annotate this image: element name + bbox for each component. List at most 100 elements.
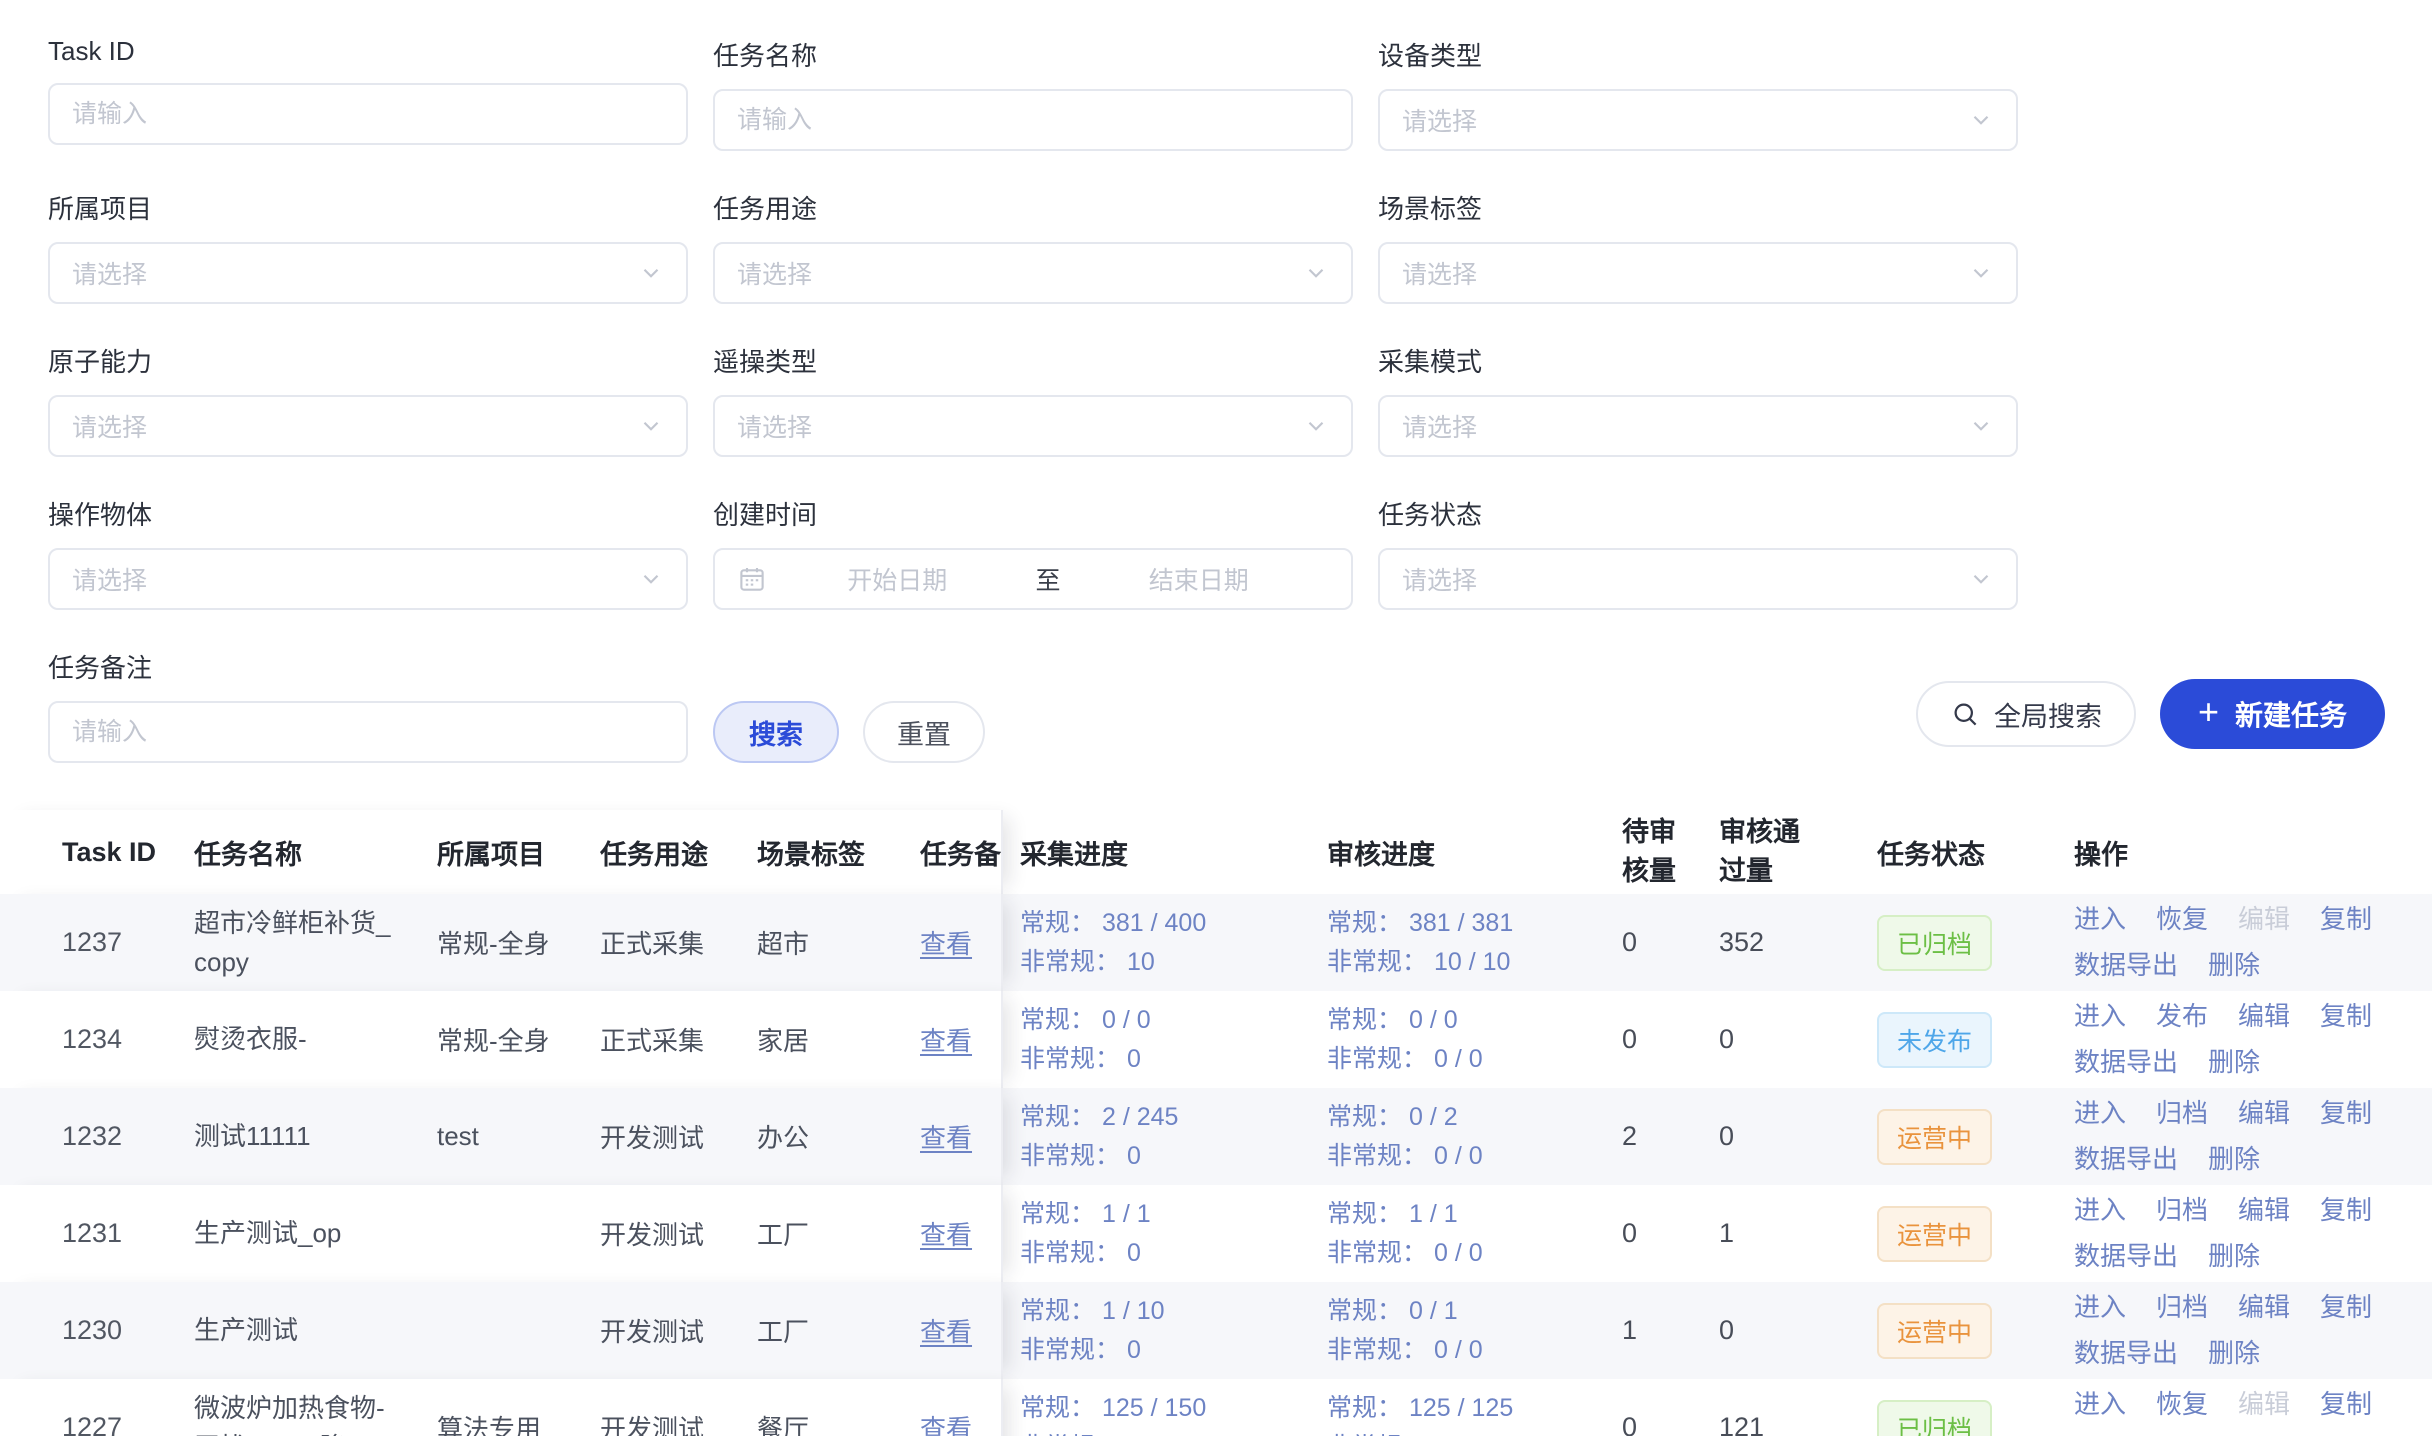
progress-label: 常规： (1020, 909, 1095, 937)
action-link[interactable]: 删除 (2208, 947, 2260, 985)
table-row: 1234熨烫衣服-常规-全身正式采集家居查看常规： 0 / 0非常规： 0常规：… (0, 991, 2432, 1088)
field-label: 任务用途 (713, 189, 1353, 226)
action-link[interactable]: 进入 (2074, 1095, 2126, 1133)
action-link[interactable]: 归档 (2156, 1289, 2208, 1327)
collect-irregular-line: 非常规： 0 (1020, 1137, 1327, 1176)
cell-purpose: 开发测试 (600, 1409, 757, 1436)
filter-daterange[interactable]: 开始日期至结束日期 (713, 548, 1353, 610)
action-link[interactable]: 进入 (2074, 901, 2126, 939)
action-link[interactable]: 数据导出 (2074, 947, 2178, 985)
progress-label: 非常规： (1327, 1142, 1427, 1170)
filter-select[interactable]: 请选择 (713, 242, 1353, 304)
action-link[interactable]: 进入 (2074, 1289, 2126, 1327)
cell-scene: 餐厅 (757, 1409, 920, 1436)
action-link[interactable]: 复制 (2320, 1192, 2372, 1230)
filter-text-input[interactable] (48, 83, 688, 145)
action-link[interactable]: 恢复 (2156, 1386, 2208, 1424)
filter-select[interactable]: 请选择 (1378, 548, 2018, 610)
action-link[interactable]: 复制 (2320, 1289, 2372, 1327)
cell-project: 常规-全身 (437, 924, 600, 961)
view-remark-link[interactable]: 查看 (920, 1220, 972, 1250)
action-link[interactable]: 数据导出 (2074, 1141, 2178, 1179)
filter-field: 遥操类型请选择 (713, 342, 1353, 457)
chevron-down-icon (1303, 413, 1329, 439)
filter-select[interactable]: 请选择 (48, 548, 688, 610)
select-placeholder: 请选择 (1402, 408, 1477, 444)
action-link[interactable]: 删除 (2208, 1044, 2260, 1082)
col-header-project: 所属项目 (437, 833, 600, 872)
cell-project: test (437, 1121, 600, 1152)
action-link[interactable]: 数据导出 (2074, 1238, 2178, 1276)
view-remark-link[interactable]: 查看 (920, 1317, 972, 1347)
filter-text-input[interactable] (713, 89, 1353, 151)
action-link[interactable]: 编辑 (2238, 998, 2290, 1036)
action-link[interactable]: 进入 (2074, 1386, 2126, 1424)
filter-select[interactable]: 请选择 (1378, 242, 2018, 304)
action-link[interactable]: 复制 (2320, 1095, 2372, 1133)
view-remark-link[interactable]: 查看 (920, 1026, 972, 1056)
table-row: 1232测试11111test开发测试办公查看常规： 2 / 245非常规： 0… (0, 1088, 2432, 1185)
cell-status: 已归档 (1877, 915, 2074, 971)
task-name-text: 超市冷鲜柜补货_copy (194, 904, 394, 982)
row-scroll-cells: 常规： 2 / 245非常规： 0常规： 0 / 2非常规： 0 / 020运营… (1003, 1088, 2432, 1185)
col-header-task-id: Task ID (62, 837, 194, 868)
action-link[interactable]: 复制 (2320, 998, 2372, 1036)
status-badge: 未发布 (1877, 1012, 1992, 1068)
action-link[interactable]: 数据导出 (2074, 1432, 2178, 1436)
reset-button[interactable]: 重置 (863, 701, 985, 763)
action-link[interactable]: 编辑 (2238, 1289, 2290, 1327)
select-placeholder: 请选择 (72, 561, 147, 597)
filter-field: 采集模式请选择 (1378, 342, 2018, 457)
field-label: 所属项目 (48, 189, 688, 226)
action-link[interactable]: 进入 (2074, 1192, 2126, 1230)
daterange-start[interactable]: 开始日期 (767, 561, 1028, 597)
view-remark-link[interactable]: 查看 (920, 929, 972, 959)
cell-passed-count: 1 (1719, 1218, 1877, 1249)
action-link[interactable]: 数据导出 (2074, 1335, 2178, 1373)
calendar-icon (737, 564, 767, 594)
action-link[interactable]: 删除 (2208, 1238, 2260, 1276)
action-link[interactable]: 删除 (2208, 1141, 2260, 1179)
action-link[interactable]: 删除 (2208, 1335, 2260, 1373)
cell-collect-progress: 常规： 1 / 1非常规： 0 (1020, 1195, 1327, 1273)
search-button[interactable]: 搜索 (713, 701, 839, 763)
filter-select[interactable]: 请选择 (713, 395, 1353, 457)
action-link[interactable]: 编辑 (2238, 1095, 2290, 1133)
cell-scene: 办公 (757, 1118, 920, 1155)
create-task-button[interactable]: + 新建任务 (2160, 679, 2385, 749)
filter-field: 任务备注 (48, 648, 688, 763)
action-link[interactable]: 归档 (2156, 1192, 2208, 1230)
row-action-links: 进入归档编辑复制数据导出删除 (2074, 1095, 2419, 1178)
cell-actions: 进入归档编辑复制数据导出删除 (2074, 1192, 2432, 1275)
filter-select[interactable]: 请选择 (1378, 89, 2018, 151)
col-header-collect-progress: 采集进度 (1020, 833, 1327, 872)
action-link[interactable]: 发布 (2156, 998, 2208, 1036)
action-link[interactable]: 复制 (2320, 901, 2372, 939)
action-link[interactable]: 数据导出 (2074, 1044, 2178, 1082)
view-remark-link[interactable]: 查看 (920, 1123, 972, 1153)
filter-field: 场景标签请选择 (1378, 189, 2018, 304)
select-placeholder: 请选择 (72, 408, 147, 444)
cell-remark: 查看 (920, 924, 1003, 961)
action-link[interactable]: 编辑 (2238, 1192, 2290, 1230)
action-link[interactable]: 归档 (2156, 1095, 2208, 1133)
filter-select[interactable]: 请选择 (1378, 395, 2018, 457)
global-search-button[interactable]: 全局搜索 (1916, 681, 2136, 747)
cell-passed-count: 0 (1719, 1315, 1877, 1346)
action-link[interactable]: 删除 (2208, 1432, 2260, 1436)
action-link[interactable]: 复制 (2320, 1386, 2372, 1424)
collect-irregular-line: 非常规： 0 (1020, 1331, 1327, 1370)
action-link[interactable]: 恢复 (2156, 901, 2208, 939)
status-badge: 已归档 (1877, 1400, 1992, 1436)
view-remark-link[interactable]: 查看 (920, 1414, 972, 1436)
cell-pending-count: 1 (1622, 1315, 1719, 1346)
action-link[interactable]: 进入 (2074, 998, 2126, 1036)
filter-select[interactable]: 请选择 (48, 395, 688, 457)
progress-value: 0 / 2 (1409, 1103, 1458, 1131)
daterange-end[interactable]: 结束日期 (1069, 561, 1330, 597)
progress-label: 非常规： (1327, 1433, 1427, 1436)
filter-select[interactable]: 请选择 (48, 242, 688, 304)
chevron-down-icon (638, 260, 664, 286)
field-label: 场景标签 (1378, 189, 2018, 226)
filter-text-input[interactable] (48, 701, 688, 763)
